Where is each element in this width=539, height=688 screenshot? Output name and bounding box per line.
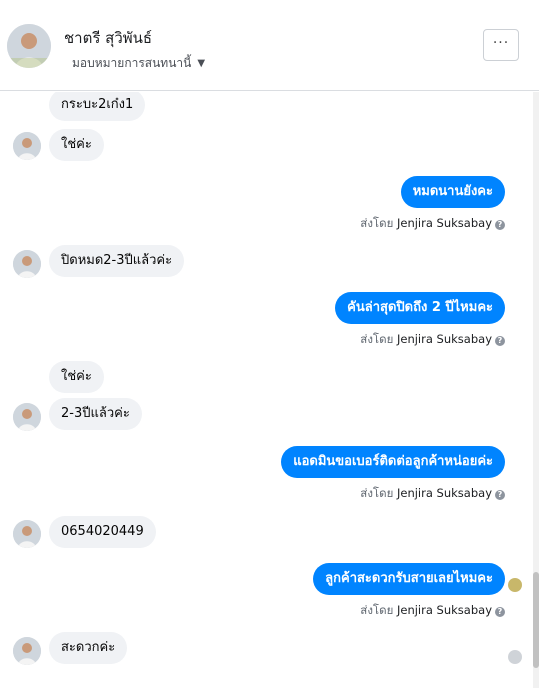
sent-by-prefix: ส่งโดย — [360, 486, 394, 500]
incoming-message: กระบะ2เก๋ง1 — [49, 92, 146, 121]
sent-by-name[interactable]: Jenjira Suksabay — [397, 332, 492, 346]
sent-by-label: ส่งโดย Jenjira Suksabay? — [360, 215, 505, 233]
contact-avatar[interactable] — [7, 24, 51, 68]
sender-avatar — [13, 403, 41, 431]
more-options-icon: ··· — [492, 35, 510, 51]
more-options-button[interactable]: ··· — [483, 29, 519, 61]
conversation-header: ชาตรี สุวิพันธ์ มอบหมายการสนทนานี้ ▼ ··· — [0, 0, 539, 91]
sent-by-prefix: ส่งโดย — [360, 216, 394, 230]
sent-by-label: ส่งโดย Jenjira Suksabay? — [360, 602, 505, 620]
sender-avatar — [13, 520, 41, 548]
assign-conversation-label: มอบหมายการสนทนานี้ — [72, 56, 192, 70]
sent-by-prefix: ส่งโดย — [360, 603, 394, 617]
outgoing-message: ลูกค้าสะดวกรับสายเลยไหมคะ — [313, 563, 505, 595]
incoming-message: ใช่ค่ะ — [49, 129, 104, 161]
sent-by-label: ส่งโดย Jenjira Suksabay? — [360, 331, 505, 349]
outgoing-message: คันล่าสุดปิดถึง 2 ปีไหมคะ — [335, 292, 505, 324]
assign-conversation-dropdown[interactable]: มอบหมายการสนทนานี้ ▼ — [72, 54, 205, 73]
scrollbar-thumb[interactable] — [533, 572, 539, 668]
sender-avatar — [13, 132, 41, 160]
incoming-message: ปิดหมด2-3ปีแล้วค่ะ — [49, 245, 185, 277]
sender-avatar — [13, 637, 41, 665]
seen-avatar — [508, 578, 522, 592]
sent-by-name[interactable]: Jenjira Suksabay — [397, 216, 492, 230]
message-list[interactable]: กระบะ2เก๋ง1 ใช่ค่ะ หมดนานยังคะ ส่งโดย Je… — [0, 92, 539, 688]
incoming-message: ใช่ค่ะ — [49, 361, 104, 393]
sent-by-name[interactable]: Jenjira Suksabay — [397, 603, 492, 617]
incoming-message: สะดวกค่ะ — [49, 632, 128, 664]
sent-by-label: ส่งโดย Jenjira Suksabay? — [360, 485, 505, 503]
sender-avatar — [13, 250, 41, 278]
question-circle-icon[interactable]: ? — [495, 336, 505, 346]
sent-by-name[interactable]: Jenjira Suksabay — [397, 486, 492, 500]
seen-avatar — [508, 650, 522, 664]
outgoing-message: แอดมินขอเบอร์ติดต่อลูกค้าหน่อยค่ะ — [281, 446, 505, 478]
caret-down-icon: ▼ — [197, 58, 206, 69]
question-circle-icon[interactable]: ? — [495, 490, 505, 500]
sent-by-prefix: ส่งโดย — [360, 332, 394, 346]
question-circle-icon[interactable]: ? — [495, 607, 505, 617]
contact-name[interactable]: ชาตรี สุวิพันธ์ — [64, 26, 152, 50]
incoming-message: 2-3ปีแล้วค่ะ — [49, 398, 142, 430]
incoming-message: 0654020449 — [49, 516, 156, 548]
outgoing-message: หมดนานยังคะ — [400, 176, 505, 208]
question-circle-icon[interactable]: ? — [495, 220, 505, 230]
